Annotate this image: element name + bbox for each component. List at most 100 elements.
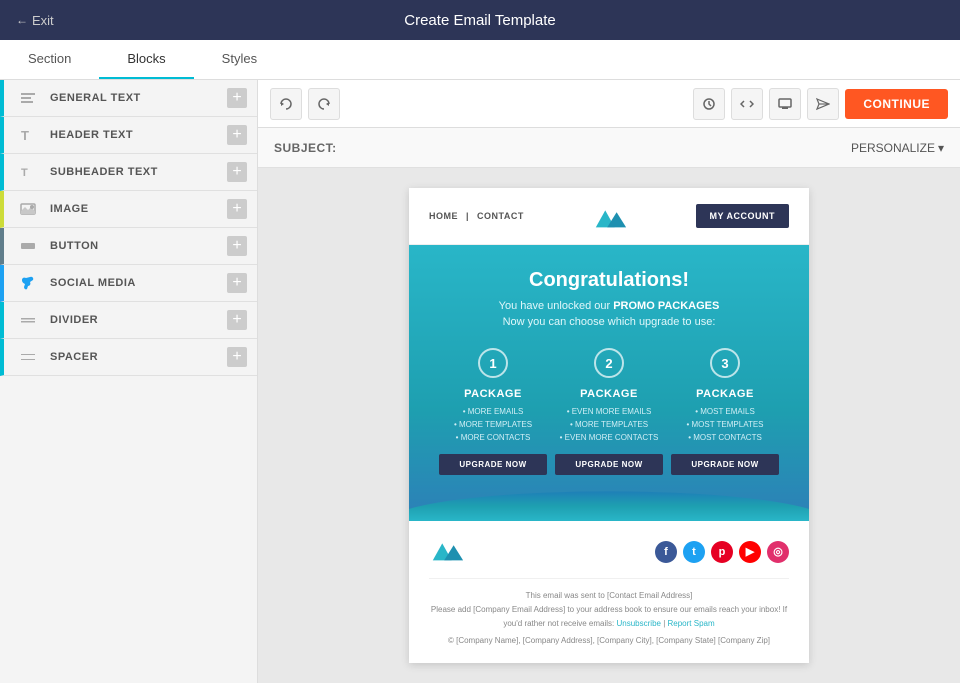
personalize-button[interactable]: PERSONALIZE ▾: [851, 141, 944, 155]
footer-logo: [429, 535, 465, 568]
nav-tabs: Section Blocks Styles: [0, 40, 960, 80]
footer-copyright: © [Company Name], [Company Address], [Co…: [429, 634, 789, 648]
sidebar-item-label: DIVIDER: [50, 314, 227, 326]
hero-headline: Congratulations!: [429, 269, 789, 292]
spacer-icon: [14, 343, 42, 371]
sidebar-item-label: BUTTON: [50, 240, 227, 252]
sidebar-item-label: SPACER: [50, 351, 227, 363]
package-2-features: • EVEN MORE EMAILS• MORE TEMPLATES• EVEN…: [555, 406, 663, 444]
topbar: ← Exit Create Email Template: [0, 0, 960, 40]
toolbar: CONTINUE: [258, 80, 960, 128]
redo-button[interactable]: [308, 88, 340, 120]
hero-wave: [409, 491, 809, 521]
social-icons: f t p ▶ ◎: [655, 541, 789, 563]
footer-text: This email was sent to [Contact Email Ad…: [429, 579, 789, 647]
header-text-icon: T: [14, 121, 42, 149]
add-spacer-button[interactable]: +: [227, 347, 247, 367]
hero-body: Now you can choose which upgrade to use:: [429, 316, 789, 328]
pinterest-icon[interactable]: p: [711, 541, 733, 563]
sidebar-item-label: IMAGE: [50, 203, 227, 215]
add-header-text-button[interactable]: +: [227, 125, 247, 145]
tab-section[interactable]: Section: [0, 40, 99, 79]
nav-contact: CONTACT: [477, 211, 524, 221]
my-account-button[interactable]: MY ACCOUNT: [696, 204, 790, 228]
email-header: HOME | CONTACT MY ACCOUNT: [409, 188, 809, 245]
add-button-button[interactable]: +: [227, 236, 247, 256]
svg-text:T: T: [21, 128, 29, 143]
subject-label: SUBJECT:: [274, 141, 337, 155]
package-2-number: 2: [594, 348, 624, 378]
package-3-title: PACKAGE: [671, 388, 779, 400]
package-2-title: PACKAGE: [555, 388, 663, 400]
add-social-button[interactable]: +: [227, 273, 247, 293]
sidebar-item-label: SUBHEADER TEXT: [50, 166, 227, 178]
send-button[interactable]: [807, 88, 839, 120]
nav-home: HOME: [429, 211, 458, 221]
sidebar-item-label: GENERAL TEXT: [50, 92, 227, 104]
add-general-text-button[interactable]: +: [227, 88, 247, 108]
back-arrow-icon: ←: [16, 13, 28, 27]
sidebar-item-button[interactable]: BUTTON +: [0, 228, 257, 265]
toolbar-right: CONTINUE: [693, 88, 948, 120]
youtube-icon[interactable]: ▶: [739, 541, 761, 563]
footer-address: Please add [Company Email Address] to yo…: [429, 603, 789, 630]
nav-separator: |: [466, 211, 469, 221]
sidebar-item-label: SOCIAL MEDIA: [50, 277, 227, 289]
footer-top: f t p ▶ ◎: [429, 535, 789, 579]
sidebar-item-general-text[interactable]: GENERAL TEXT +: [0, 80, 257, 117]
page-title: Create Email Template: [404, 12, 555, 29]
twitter-icon[interactable]: t: [683, 541, 705, 563]
sidebar-item-header-text[interactable]: T HEADER TEXT +: [0, 117, 257, 154]
sidebar-item-subheader-text[interactable]: T SUBHEADER TEXT +: [0, 154, 257, 191]
package-3-number: 3: [710, 348, 740, 378]
subject-input[interactable]: [349, 140, 839, 155]
report-spam-link[interactable]: Report Spam: [668, 619, 715, 628]
package-1-features: • MORE EMAILS• MORE TEMPLATES• MORE CONT…: [439, 406, 547, 444]
exit-label: Exit: [32, 13, 54, 28]
package-3: 3 PACKAGE • MOST EMAILS• MOST TEMPLATES•…: [671, 348, 779, 491]
sidebar-item-image[interactable]: IMAGE +: [0, 191, 257, 228]
hero-subline: You have unlocked our PROMO PACKAGES: [429, 300, 789, 312]
logo: [524, 202, 696, 230]
instagram-icon[interactable]: ◎: [767, 541, 789, 563]
sidebar: GENERAL TEXT + T HEADER TEXT + T SUBHEAD…: [0, 80, 258, 683]
sidebar-item-spacer[interactable]: SPACER +: [0, 339, 257, 376]
email-template: HOME | CONTACT MY ACCOUNT Congratulatio: [409, 188, 809, 663]
package-1-number: 1: [478, 348, 508, 378]
email-footer: f t p ▶ ◎ This email was sent to [Contac…: [409, 521, 809, 661]
upgrade-1-button[interactable]: UPGRADE NOW: [439, 454, 547, 475]
exit-button[interactable]: ← Exit: [16, 13, 54, 28]
undo-button[interactable]: [270, 88, 302, 120]
sidebar-item-label: HEADER TEXT: [50, 129, 227, 141]
package-1: 1 PACKAGE • MORE EMAILS• MORE TEMPLATES•…: [439, 348, 547, 491]
code-button[interactable]: [731, 88, 763, 120]
upgrade-3-button[interactable]: UPGRADE NOW: [671, 454, 779, 475]
email-hero: Congratulations! You have unlocked our P…: [409, 245, 809, 521]
tab-blocks[interactable]: Blocks: [99, 40, 193, 79]
tab-styles[interactable]: Styles: [194, 40, 285, 79]
add-subheader-text-button[interactable]: +: [227, 162, 247, 182]
chevron-down-icon: ▾: [938, 141, 944, 155]
facebook-icon[interactable]: f: [655, 541, 677, 563]
main-layout: GENERAL TEXT + T HEADER TEXT + T SUBHEAD…: [0, 80, 960, 683]
package-3-features: • MOST EMAILS• MOST TEMPLATES• MOST CONT…: [671, 406, 779, 444]
upgrade-2-button[interactable]: UPGRADE NOW: [555, 454, 663, 475]
package-2: 2 PACKAGE • EVEN MORE EMAILS• MORE TEMPL…: [555, 348, 663, 491]
add-divider-button[interactable]: +: [227, 310, 247, 330]
preview-button[interactable]: [769, 88, 801, 120]
image-icon: [14, 195, 42, 223]
packages-row: 1 PACKAGE • MORE EMAILS• MORE TEMPLATES•…: [429, 348, 789, 491]
subheader-text-icon: T: [14, 158, 42, 186]
unsubscribe-link[interactable]: Unsubscribe: [617, 619, 661, 628]
social-media-icon: [14, 269, 42, 297]
text-icon: [14, 84, 42, 112]
button-icon: [14, 232, 42, 260]
history-button[interactable]: [693, 88, 725, 120]
sidebar-item-divider[interactable]: DIVIDER +: [0, 302, 257, 339]
sidebar-item-social[interactable]: SOCIAL MEDIA +: [0, 265, 257, 302]
footer-disclaimer: This email was sent to [Contact Email Ad…: [429, 589, 789, 603]
continue-button[interactable]: CONTINUE: [845, 89, 948, 119]
email-nav: HOME | CONTACT: [429, 211, 524, 221]
add-image-button[interactable]: +: [227, 199, 247, 219]
right-panel: CONTINUE SUBJECT: PERSONALIZE ▾ HOME | C…: [258, 80, 960, 683]
